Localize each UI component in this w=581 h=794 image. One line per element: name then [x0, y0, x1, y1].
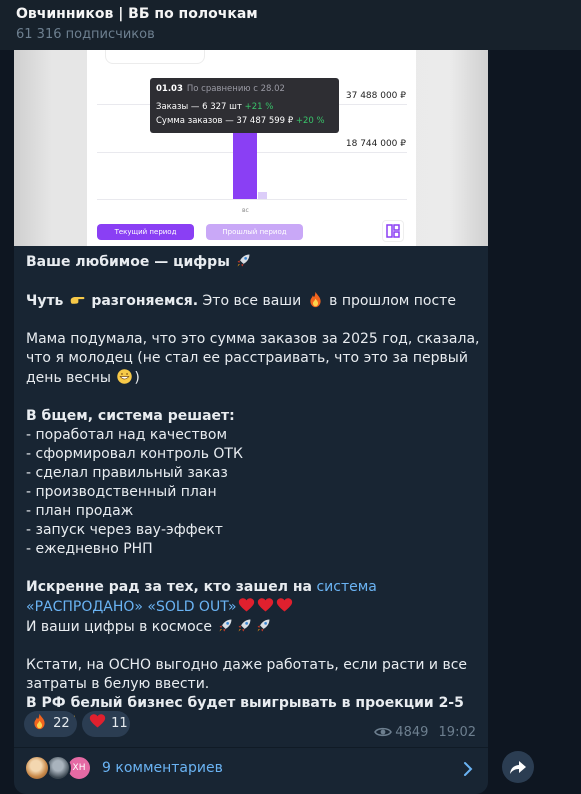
system-heading: В бщем, система решает:: [26, 408, 235, 424]
line-osno: Кстати, на ОСНО выгодно даже работать, е…: [26, 657, 467, 692]
line-prev-post: в прошлом посте: [324, 293, 456, 309]
line-space: И ваши цифры в космосе: [26, 619, 212, 635]
line-mom-end: ): [134, 370, 140, 386]
heart-icon: [238, 598, 254, 612]
heart-icon: [89, 714, 106, 728]
line-razgon: разгоняемся.: [91, 293, 199, 309]
pointing-hand-icon: [70, 296, 85, 304]
message-meta: 4849 19:02: [374, 725, 476, 740]
heart-icon: [257, 598, 273, 612]
tooltip-sum: Сумма заказов — 37 487 599 ₽: [156, 116, 294, 126]
grinning-face-icon: [117, 369, 133, 384]
forward-arrow-icon: [510, 761, 526, 774]
line-all-yours: Это все ваши: [198, 293, 302, 309]
list-item: - запуск через вау-эффект: [26, 522, 223, 538]
message-time: 19:02: [438, 725, 476, 740]
list-item: - сформировал контроль ОТК: [26, 446, 243, 462]
list-item: - производственный план: [26, 484, 217, 500]
bar-previous: [258, 192, 267, 199]
line-chut: Чуть: [26, 293, 64, 309]
comments-button[interactable]: ХН 9 комментариев: [14, 748, 488, 792]
chart-card: 37 488 000 ₽ 18 744 000 ₽ вс 01.03 По сра…: [87, 50, 416, 246]
chart-tooltip: 01.03 По сравнению с 28.02 Заказы — 6 327…: [150, 78, 339, 133]
y-axis-mid-value: 18 744 000 ₽: [345, 139, 406, 149]
line-mom: Мама подумала, что это сумма заказов за …: [26, 331, 480, 386]
rocket-icon: [238, 619, 251, 632]
list-item: - сделал правильный заказ: [26, 465, 228, 481]
post-text: Ваше любимое — цифры Чуть разгоняемся. Э…: [26, 252, 482, 733]
fire-icon: [34, 713, 45, 730]
x-axis-label: вс: [242, 207, 249, 214]
chevron-right-icon: [464, 762, 473, 776]
fire-icon: [310, 291, 321, 308]
reaction-count: 11: [111, 716, 128, 731]
list-item: - поработал над качеством: [26, 427, 228, 443]
y-axis-top-value: 37 488 000 ₽: [345, 91, 406, 101]
message-bubble: 37 488 000 ₽ 18 744 000 ₽ вс 01.03 По сра…: [14, 50, 488, 794]
tooltip-orders-delta: +21 %: [244, 102, 274, 112]
forward-button[interactable]: [502, 751, 534, 783]
comments-count: 9 комментариев: [102, 760, 223, 776]
rocket-icon: [219, 619, 232, 632]
view-count: 4849: [395, 725, 429, 740]
list-item: - ежедневно РНП: [26, 541, 153, 557]
reaction-fire[interactable]: 22: [24, 711, 77, 737]
previous-period-button: Прошлый период: [206, 224, 303, 240]
rocket-icon: [257, 619, 270, 632]
card-settings-icon: [382, 220, 404, 242]
subscriber-count: 61 316 подписчиков: [16, 27, 155, 42]
channel-title[interactable]: Овчинников | ВБ по полочкам: [16, 5, 581, 23]
rocket-icon: [237, 254, 250, 267]
tooltip-date: 01.03: [156, 84, 183, 94]
line-thanks: Искренне рад за тех, кто зашел на: [26, 579, 312, 595]
heart-icon: [276, 598, 292, 612]
avatar: [24, 755, 50, 781]
post-heading: Ваше любимое — цифры: [26, 254, 230, 270]
current-period-button: Текущий период: [97, 224, 194, 240]
tooltip-compare: По сравнению с 28.02: [186, 84, 285, 94]
grid-line: [97, 199, 407, 200]
tooltip-orders: Заказы — 6 327 шт: [156, 102, 242, 112]
channel-header[interactable]: Овчинников | ВБ по полочкам 61 316 подпи…: [0, 0, 581, 50]
list-item: - план продаж: [26, 503, 134, 519]
reaction-heart[interactable]: 11: [82, 711, 130, 737]
card-top-box: [105, 50, 205, 64]
tooltip-sum-delta: +20 %: [295, 116, 325, 126]
post-photo[interactable]: 37 488 000 ₽ 18 744 000 ₽ вс 01.03 По сра…: [14, 50, 488, 246]
reaction-count: 22: [53, 716, 70, 731]
eye-icon: [374, 727, 393, 737]
